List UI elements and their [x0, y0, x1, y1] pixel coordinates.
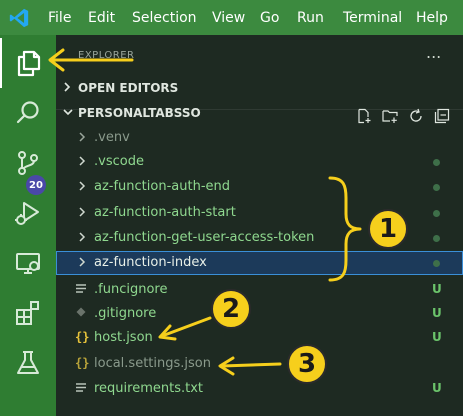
tree-item-label: requirements.txt [94, 381, 204, 396]
tree-item-index[interactable]: az-function-index [56, 251, 463, 275]
modified-dot [433, 210, 440, 217]
chevron-right-icon [79, 132, 86, 142]
json-file-icon: {} [75, 356, 90, 370]
tree-item-label: host.json [94, 330, 153, 345]
menu-run[interactable]: Run [297, 9, 324, 27]
tree-item-vscode[interactable]: .vscode [56, 150, 463, 174]
run-debug-button[interactable] [0, 188, 56, 238]
tree-item-local-settings-json[interactable]: {} local.settings.json [56, 352, 463, 376]
untracked-badge: U [432, 381, 442, 395]
tree-item-get-user-access-token[interactable]: az-function-get-user-access-token [56, 226, 463, 250]
open-editors-section[interactable]: OPEN EDITORS [56, 77, 463, 99]
menu-file[interactable]: File [48, 9, 71, 27]
extensions-icon [16, 301, 39, 325]
new-folder-icon[interactable] [382, 108, 398, 124]
menu-go[interactable]: Go [260, 9, 279, 27]
source-control-icon [18, 151, 38, 175]
chevron-right-icon [79, 181, 86, 191]
chevron-right-icon [62, 81, 72, 96]
project-section[interactable]: PERSONALTABSSO [56, 102, 463, 124]
menu-view[interactable]: View [212, 9, 245, 27]
lines-file-icon [75, 282, 87, 299]
untracked-badge: U [432, 282, 442, 296]
tree-item-label: .funcignore [94, 282, 168, 297]
modified-dot [433, 159, 440, 166]
tree-item-label: az-function-index [94, 255, 207, 270]
run-debug-icon [15, 202, 39, 225]
search-icon [16, 101, 39, 124]
menu-terminal[interactable]: Terminal [343, 9, 402, 27]
tree-item-auth-end[interactable]: az-function-auth-end [56, 175, 463, 199]
chevron-right-icon [79, 207, 86, 217]
chevron-down-icon [62, 106, 74, 121]
tree-item-label: local.settings.json [94, 356, 211, 371]
menu-help[interactable]: Help [416, 9, 448, 27]
search-button[interactable] [0, 88, 56, 138]
menu-selection[interactable]: Selection [132, 9, 197, 27]
testing-button[interactable] [0, 338, 56, 388]
files-icon [17, 50, 41, 77]
tree-item-label: az-function-auth-start [94, 205, 236, 220]
menu-edit[interactable]: Edit [88, 9, 115, 27]
untracked-badge: U [432, 330, 442, 344]
collapse-all-icon[interactable] [434, 108, 450, 124]
tree-item-requirements[interactable]: requirements.txt U [56, 377, 463, 401]
tree-item-label: .vscode [94, 154, 144, 169]
tree-item-funcignore[interactable]: .funcignore U [56, 278, 463, 302]
tree-item-auth-start[interactable]: az-function-auth-start [56, 201, 463, 225]
more-actions-button[interactable]: ... [426, 43, 441, 62]
tree-item-venv[interactable]: .venv [56, 126, 463, 150]
lines-file-icon [75, 381, 87, 398]
tree-item-gitignore[interactable]: .gitignore U [56, 302, 463, 326]
chevron-right-icon [79, 156, 86, 166]
menu-bar: File Edit Selection View Go Run Terminal… [0, 0, 463, 35]
tree-item-label: az-function-get-user-access-token [94, 230, 315, 245]
vscode-logo-icon [9, 8, 29, 28]
tree-item-label: .gitignore [94, 306, 157, 321]
git-file-icon [75, 306, 87, 323]
tree-item-label: .venv [94, 130, 130, 145]
project-label: PERSONALTABSSO [78, 106, 201, 120]
chevron-right-icon [79, 257, 86, 267]
remote-explorer-button[interactable] [0, 238, 56, 288]
explorer-panel: EXPLORER ... OPEN EDITORS PERSONALTABSSO… [56, 35, 463, 416]
tree-item-label: az-function-auth-end [94, 179, 230, 194]
open-editors-label: OPEN EDITORS [78, 81, 179, 95]
modified-dot [433, 260, 440, 267]
modified-dot [433, 184, 440, 191]
modified-dot [433, 235, 440, 242]
explorer-button[interactable] [0, 38, 56, 88]
untracked-badge: U [432, 306, 442, 320]
new-file-icon[interactable] [356, 108, 372, 124]
json-file-icon: {} [75, 330, 90, 344]
extensions-button[interactable] [0, 288, 56, 338]
flask-icon [17, 351, 39, 374]
chevron-right-icon [79, 232, 86, 242]
remote-explorer-icon [16, 253, 40, 274]
refresh-icon[interactable] [408, 108, 424, 124]
explorer-title: EXPLORER [78, 50, 135, 61]
activity-bar: 20 [0, 35, 56, 416]
tree-item-host-json[interactable]: {} host.json U [56, 326, 463, 350]
